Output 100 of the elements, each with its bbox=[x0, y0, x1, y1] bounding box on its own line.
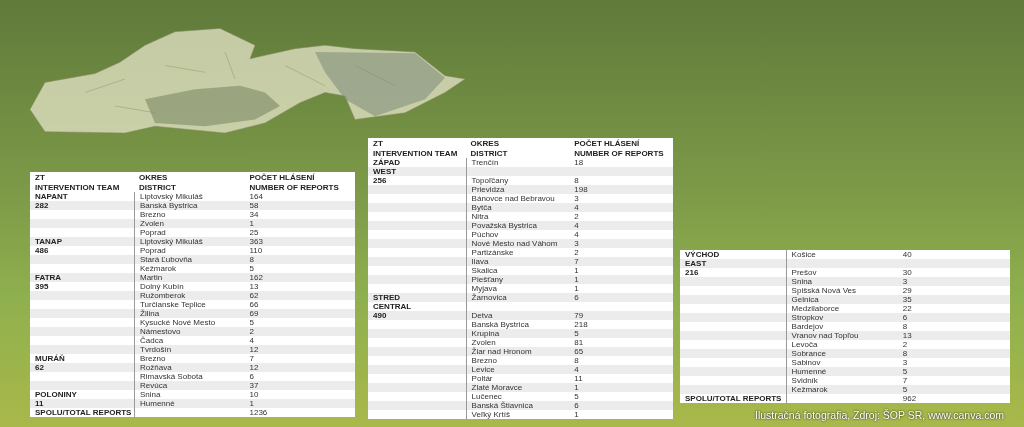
photo-credit: Ilustračná fotografia, Zdroj: ŠOP SR, www.canva.com bbox=[755, 409, 1004, 421]
table-cell-text: 3 bbox=[573, 194, 580, 203]
table-cell: Stará Ľubovňa bbox=[134, 255, 245, 264]
team-cell-text: MURÁŇ bbox=[34, 354, 66, 363]
table-cell: Námestovo bbox=[134, 327, 245, 336]
table-cell-text: 1 bbox=[573, 266, 580, 275]
team-cell: 490 bbox=[368, 311, 466, 320]
table-cell: 1 bbox=[569, 275, 673, 284]
team-cell: WEST bbox=[368, 167, 466, 176]
team-cell-text: NAPANT bbox=[34, 192, 69, 201]
table-cell: 1 bbox=[244, 399, 355, 408]
column-header: OKRES bbox=[469, 138, 501, 148]
team-cell: 282 bbox=[30, 201, 134, 210]
team-cell-text: 256 bbox=[372, 176, 388, 185]
table-cell: 8 bbox=[244, 255, 355, 264]
table-cell: 62 bbox=[244, 291, 355, 300]
column-header: OKRES bbox=[138, 172, 169, 182]
table-cell: 69 bbox=[244, 309, 355, 318]
table-cell-text: 5 bbox=[573, 392, 580, 401]
table-cell-text: 218 bbox=[573, 320, 589, 329]
table-cell-text: 66 bbox=[248, 300, 260, 309]
table-cell: 12 bbox=[244, 363, 355, 372]
column-header: ZT bbox=[34, 172, 46, 182]
table-cell-text: 5 bbox=[248, 264, 255, 273]
team-cell: TANAP bbox=[30, 237, 134, 246]
team-cell: 62 bbox=[30, 363, 134, 372]
column-header: INTERVENTION TEAM bbox=[34, 182, 121, 192]
table-cell: 3 bbox=[569, 239, 673, 248]
table-cell-text: 2 bbox=[901, 340, 909, 349]
table-cell: Ružomberok bbox=[134, 291, 245, 300]
table-cell: 12 bbox=[244, 345, 355, 354]
team-cell-text: 216 bbox=[684, 268, 700, 277]
table-cell-text: 34 bbox=[248, 210, 260, 219]
table-cell-text: 18 bbox=[573, 158, 585, 167]
table-cell-text: 10 bbox=[248, 390, 260, 399]
table-cell: 5 bbox=[897, 367, 1010, 376]
column-header: NUMBER OF REPORTS bbox=[248, 182, 340, 192]
table-cell: Krupina bbox=[465, 329, 570, 338]
table-cell: Banská Štiavnica bbox=[465, 401, 570, 410]
table-cell: 6 bbox=[897, 313, 1010, 322]
table-cell-text: 962 bbox=[901, 394, 918, 403]
column-header: POČET HLÁSENÍ bbox=[573, 138, 641, 148]
table-cell: Gelnica bbox=[785, 295, 898, 304]
table-cell: 5 bbox=[897, 385, 1010, 394]
table-cell: Detva bbox=[465, 311, 570, 320]
team-cell-text: SPOLU/TOTAL REPORTS bbox=[34, 408, 133, 417]
table-cell: Žiar nad Hronom bbox=[465, 347, 570, 356]
table-cell: 35 bbox=[897, 295, 1010, 304]
table-cell-text: 25 bbox=[248, 228, 260, 237]
table-cell: 37 bbox=[244, 381, 355, 390]
table-cell: Banská Bystrica bbox=[134, 201, 245, 210]
table-cell: Žarnovica bbox=[465, 293, 570, 302]
table-cell: Vranov nad Topľou bbox=[785, 331, 898, 340]
table-cell: Humenné bbox=[785, 367, 898, 376]
table-cell: Sobrance bbox=[785, 349, 898, 358]
table-cell-text: 30 bbox=[901, 268, 913, 277]
table-cell-text: 1 bbox=[573, 284, 580, 293]
table-cell-text: 29 bbox=[901, 286, 913, 295]
table-cell: 6 bbox=[569, 401, 673, 410]
table-cell-text: 1236 bbox=[248, 408, 269, 417]
table-cell: Liptovský Mikuláš bbox=[134, 237, 245, 246]
table-cell: 2 bbox=[244, 327, 355, 336]
table-cell: 7 bbox=[569, 257, 673, 266]
table-cell: 79 bbox=[569, 311, 673, 320]
team-cell-text: ZÁPAD bbox=[372, 158, 401, 167]
table-cell-text: 5 bbox=[248, 318, 255, 327]
table-cell: Snina bbox=[785, 277, 898, 286]
table-cell-text: 81 bbox=[573, 338, 585, 347]
table-cell: Tvrdošín bbox=[134, 345, 245, 354]
column-header: DISTRICT bbox=[138, 182, 177, 192]
table-cell: Martin bbox=[134, 273, 245, 282]
team-cell: STRED bbox=[368, 293, 466, 302]
table-cell-text: 4 bbox=[248, 336, 255, 345]
column-header: DISTRICT bbox=[469, 148, 509, 158]
table-cell: 4 bbox=[569, 365, 673, 374]
table-cell-text: 3 bbox=[901, 358, 909, 367]
table-cell-text: 22 bbox=[901, 304, 913, 313]
table-cell: 65 bbox=[569, 347, 673, 356]
table-cell: 4 bbox=[569, 221, 673, 230]
table-cell-text: 13 bbox=[248, 282, 260, 291]
table-cell: Zlaté Moravce bbox=[465, 383, 570, 392]
table-cell: Považská Bystrica bbox=[465, 221, 570, 230]
table-cell-text: 6 bbox=[248, 372, 255, 381]
table-cell: Rožňava bbox=[134, 363, 245, 372]
team-cell-text: 395 bbox=[34, 282, 50, 291]
table-cell: 162 bbox=[244, 273, 355, 282]
team-cell-text: SPOLU/TOTAL REPORTS bbox=[684, 394, 783, 403]
table-cell: Nové Mesto nad Váhom bbox=[465, 239, 570, 248]
team-cell-text: POLONINY bbox=[34, 390, 78, 399]
table-cell: Humenné bbox=[134, 399, 245, 408]
column-header: POČET HLÁSENÍ bbox=[248, 172, 316, 182]
team-cell-text: CENTRAL bbox=[372, 302, 413, 311]
table-cell: Bytča bbox=[465, 203, 570, 212]
table-cell-text: 164 bbox=[248, 192, 264, 201]
column-header: NUMBER OF REPORTS bbox=[573, 148, 665, 158]
table-cell: 6 bbox=[569, 293, 673, 302]
table-cell-text: 2 bbox=[573, 248, 580, 257]
team-cell-text: VÝCHOD bbox=[684, 250, 721, 259]
table-cell-text: 7 bbox=[901, 376, 909, 385]
table-cell: Žilina bbox=[134, 309, 245, 318]
